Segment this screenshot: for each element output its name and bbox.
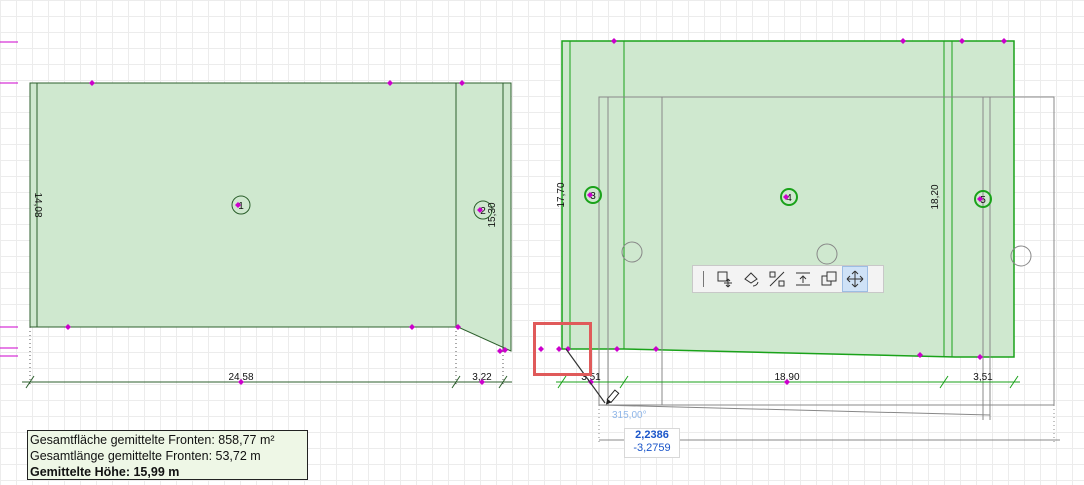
pencil-cursor-icon (605, 389, 620, 405)
summary-info-box: Gesamtfläche gemittelte Fronten: 858,77 … (27, 430, 308, 480)
coordinate-tracker[interactable]: 2,2386 -3,2759 (624, 428, 680, 458)
average-height-text: Gemittelte Höhe: 15,99 m (30, 465, 180, 479)
tracker-value-2[interactable]: -3,2759 (625, 442, 679, 455)
toolbar-separator (703, 271, 704, 287)
drag-icon[interactable] (712, 266, 738, 292)
drawing-canvas[interactable]: 1 2 14,08 15,30 24,58 3,22 3 4 5 17,70 1… (0, 0, 1084, 485)
angle-readout: 315,00° (612, 410, 647, 421)
tracker-value-1[interactable]: 2,2386 (625, 429, 679, 442)
floor-plan-drawing[interactable]: 1 2 14,08 15,30 24,58 3,22 3 4 5 17,70 1… (0, 0, 1084, 485)
move-icon[interactable] (842, 266, 868, 292)
left-facade-group[interactable]: 1 2 14,08 15,30 24,58 3,22 (0, 41, 512, 389)
left-height-dimension-2: 15,30 (487, 202, 498, 227)
right-height-dimension-1: 17,70 (556, 182, 567, 207)
pet-palette-toolbar[interactable] (692, 265, 884, 293)
mirror-icon[interactable] (764, 266, 790, 292)
left-height-dimension-1: 14,08 (32, 192, 43, 217)
elevate-icon[interactable] (790, 266, 816, 292)
left-facade-area[interactable] (29, 82, 512, 352)
copy-icon[interactable] (816, 266, 842, 292)
right-facade-group[interactable]: 3 4 5 17,70 18,20 3,51 18,90 3,51 (538, 38, 1060, 445)
right-width-dimension-3: 3,51 (973, 372, 993, 383)
total-area-text: Gesamtfläche gemittelte Fronten: 858,77 … (30, 433, 275, 447)
edge-handles[interactable] (0, 41, 18, 357)
total-length-text: Gesamtlänge gemittelte Fronten: 53,72 m (30, 449, 261, 463)
rotate-icon[interactable] (738, 266, 764, 292)
right-height-dimension-2: 18,20 (930, 184, 941, 209)
